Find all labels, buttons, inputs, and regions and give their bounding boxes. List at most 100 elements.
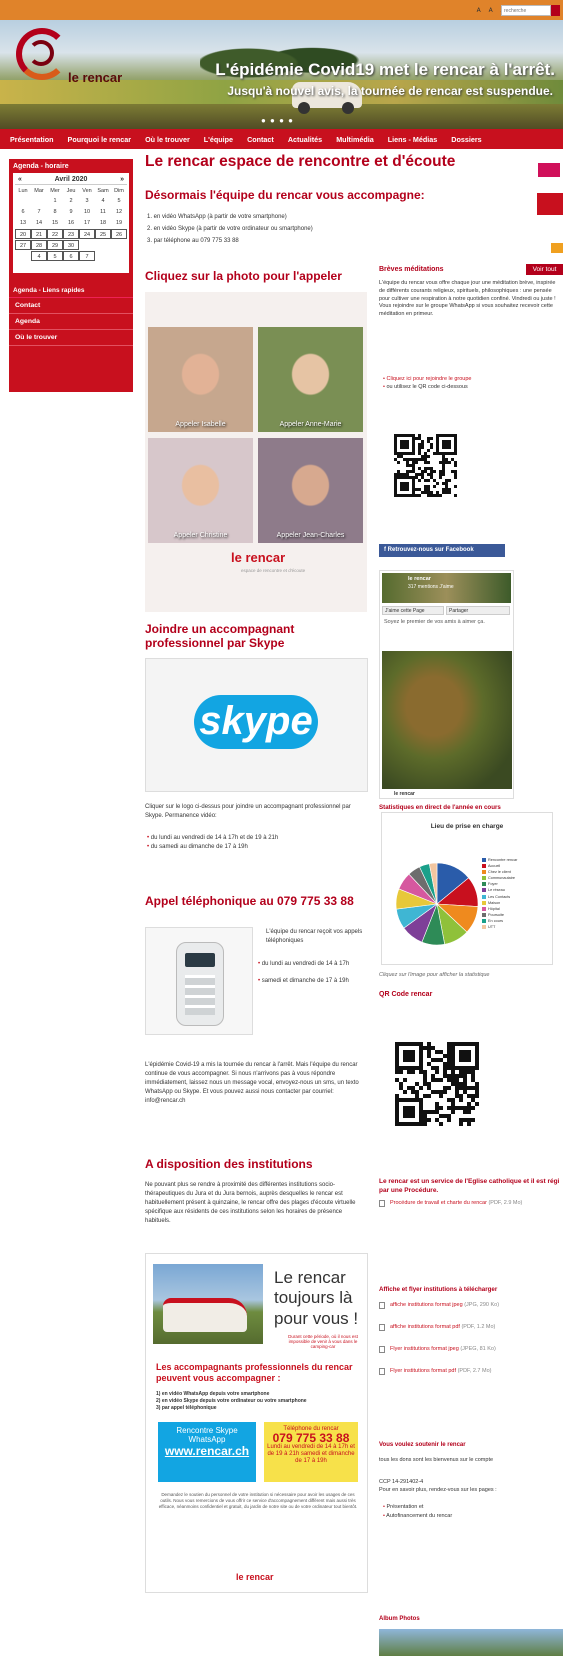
calendar-day[interactable]: 6 (63, 251, 79, 261)
photo-christine[interactable]: Appeler Christine (148, 438, 253, 543)
whatsapp-qr-code[interactable] (392, 420, 460, 512)
join-group-link[interactable]: Cliquez ici pour rejoindre le groupe (383, 375, 563, 383)
calendar-day[interactable]: 3 (79, 196, 95, 206)
affiche-link-label[interactable]: Flyer institutions format pdf (390, 1368, 456, 1374)
calendar-day[interactable]: 2 (63, 196, 79, 206)
support-link-autofinancement[interactable]: Autofinancement du rencar (383, 1512, 561, 1521)
search-button[interactable] (551, 5, 560, 16)
qr-module (447, 1118, 451, 1122)
facebook-button[interactable]: f Retrouvez-nous sur Facebook (379, 544, 505, 557)
calendar-day[interactable]: 10 (79, 207, 95, 217)
pie-svg (395, 862, 479, 946)
calendar-day[interactable]: 26 (111, 229, 127, 239)
skype-logo-button[interactable]: skype (194, 695, 318, 749)
album-photo-preview[interactable] (379, 1629, 563, 1656)
calendar-day[interactable]: 4 (95, 196, 111, 206)
service-link-label[interactable]: Procédure de travail et charte du rencar (390, 1200, 487, 1206)
calendar-prev-icon[interactable]: « (18, 176, 22, 183)
legend-swatch (482, 912, 486, 917)
calendar-day[interactable]: 24 (79, 229, 95, 239)
phone-heading: Appel téléphonique au 079 775 33 88 (145, 894, 354, 908)
photo-jean-charles[interactable]: Appeler Jean-Charles (258, 438, 363, 543)
stats-pie-chart[interactable]: Lieu de prise en charge Rencontre rencar… (381, 812, 553, 965)
qr-module (412, 452, 415, 455)
nav-contact[interactable]: Contact (247, 135, 274, 144)
calendar-day[interactable]: 23 (63, 229, 79, 239)
calendar-day[interactable]: 8 (47, 207, 63, 217)
calendar-day[interactable]: 19 (111, 218, 127, 228)
calendar-day[interactable]: 15 (47, 218, 63, 228)
calendar-day[interactable]: 27 (15, 240, 31, 250)
calendar-day[interactable]: 21 (31, 229, 47, 239)
calendar-day[interactable]: 20 (15, 229, 31, 239)
affiche-link[interactable]: affiche institutions format jpeg (JPG, 2… (390, 1301, 562, 1309)
affiche-link[interactable]: Flyer institutions format jpeg (JPEG, 81… (390, 1345, 562, 1353)
calendar-day[interactable]: 18 (95, 218, 111, 228)
affiche-link[interactable]: affiche institutions format pdf (PDF, 1.… (390, 1323, 562, 1331)
nav-multimedia[interactable]: Multimédia (336, 135, 374, 144)
sidebar-link-agenda[interactable]: Agenda (9, 314, 133, 330)
nav-equipe[interactable]: L'équipe (204, 135, 233, 144)
calendar-day[interactable]: 25 (95, 229, 111, 239)
sidebar-link-contact[interactable]: Contact (9, 298, 133, 314)
fb-footer: le rencar (394, 791, 415, 797)
calendar-day[interactable]: 9 (63, 207, 79, 217)
qr-module (454, 464, 457, 467)
calendar-day[interactable]: 7 (31, 207, 47, 217)
calendar-day[interactable]: 14 (31, 218, 47, 228)
logo-text: le rencar (68, 70, 123, 85)
calendar-day[interactable]: 4 (31, 251, 47, 261)
affiche-link-label[interactable]: affiche institutions format pdf (390, 1324, 460, 1330)
nav-dossiers[interactable]: Dossiers (451, 135, 481, 144)
affiche-link[interactable]: Flyer institutions format pdf (PDF, 2.7 … (390, 1367, 562, 1375)
calendar-day[interactable]: 7 (79, 251, 95, 261)
affiche-title: Affiche et flyer institutions à téléchar… (379, 1286, 498, 1293)
photo-anne-marie[interactable]: Appeler Anne-Marie (258, 327, 363, 432)
voir-tout-button[interactable]: Voir tout (526, 264, 563, 275)
fb-share-button[interactable]: Partager (446, 606, 510, 615)
nav-pourquoi[interactable]: Pourquoi le rencar (68, 135, 132, 144)
option-whatsapp: 1. en vidéo WhatsApp (à partir de votre … (147, 214, 287, 220)
qr-module (447, 1086, 451, 1090)
affiche-link-label[interactable]: Flyer institutions format jpeg (390, 1346, 459, 1352)
calendar-day[interactable]: 5 (111, 196, 127, 206)
calendar-day[interactable]: 17 (79, 218, 95, 228)
skype-heading: Joindre un accompagnant professionnel pa… (145, 622, 295, 650)
nav-liens-medias[interactable]: Liens - Médias (388, 135, 438, 144)
calendar-day[interactable]: 1 (47, 196, 63, 206)
site-logo[interactable]: le rencar (12, 26, 140, 106)
affiche-link-label[interactable]: affiche institutions format jpeg (390, 1302, 463, 1308)
skype-hours: du lundi au vendredi de 14 à 17h et de 1… (147, 834, 369, 852)
sidebar-link-ou-trouver[interactable]: Où le trouver (9, 330, 133, 346)
calendar-day[interactable]: 30 (63, 240, 79, 250)
poster-big1: Le rencar (274, 1268, 346, 1287)
support-link-presentation[interactable]: Présentation et (383, 1503, 561, 1512)
calendar-day[interactable]: 5 (47, 251, 63, 261)
fb-page-name[interactable]: le rencar (408, 576, 431, 582)
legend-label: Maison (488, 900, 501, 905)
nav-presentation[interactable]: Présentation (10, 135, 54, 144)
photo-isabelle[interactable]: Appeler Isabelle (148, 327, 253, 432)
slider-dots[interactable]: ● ● ● ● (261, 116, 294, 125)
calendar-day[interactable]: 12 (111, 207, 127, 217)
fb-like-button[interactable]: J'aime cette Page (382, 606, 444, 615)
nav-actualites[interactable]: Actualités (288, 135, 322, 144)
calendar-day[interactable]: 28 (31, 240, 47, 250)
calendar-day (15, 251, 31, 261)
search-input[interactable] (501, 5, 551, 16)
rencar-qr-code[interactable] (391, 1025, 483, 1143)
service-link[interactable]: Procédure de travail et charte du rencar… (390, 1199, 562, 1207)
poster-box-phone: Téléphone du rencar 079 775 33 88 Lundi … (264, 1422, 358, 1482)
poster-red-text: Les accompagnants professionnels du renc… (156, 1362, 353, 1383)
calendar-day[interactable]: 16 (63, 218, 79, 228)
calendar-day[interactable]: 6 (15, 207, 31, 217)
support-title: Vous voulez soutenir le rencar (379, 1442, 466, 1448)
calendar-next-icon[interactable]: » (120, 176, 124, 183)
calendar-day[interactable]: 29 (47, 240, 63, 250)
qr-module (406, 488, 409, 491)
calendar-day[interactable]: 11 (95, 207, 111, 217)
calendar-day[interactable]: 22 (47, 229, 63, 239)
nav-ou-trouver[interactable]: Où le trouver (145, 135, 190, 144)
institutions-poster[interactable]: Le rencar toujours là pour vous ! Durant… (145, 1253, 368, 1593)
calendar-day[interactable]: 13 (15, 218, 31, 228)
